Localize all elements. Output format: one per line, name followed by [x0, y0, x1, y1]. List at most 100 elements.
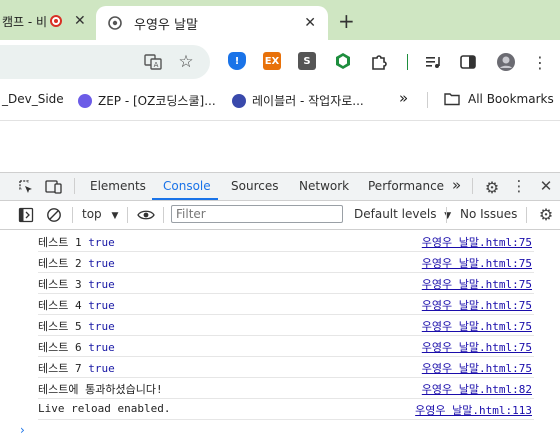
- log-text: 테스트 7: [38, 362, 82, 375]
- zep-icon: [78, 93, 92, 108]
- source-link[interactable]: 우영우 날말.html:75: [422, 297, 532, 313]
- log-text: 테스트 5: [38, 320, 82, 333]
- s-icon[interactable]: S: [298, 52, 316, 70]
- bookmarks-bar: _Dev_Side ZEP - [OZ코딩스쿨]... 레이블러 - 작업자로.…: [0, 84, 560, 116]
- hex-extension-icon[interactable]: [334, 52, 352, 70]
- console-message: 테스트 1 true 우영우 날말.html:75: [38, 230, 534, 252]
- log-value: true: [88, 320, 115, 333]
- filterbar-divider: [446, 207, 447, 223]
- tab-title: 우영우 날말: [134, 17, 198, 33]
- console-filter-bar: top ▼ Filter Default levels ▼ No Issues …: [0, 201, 560, 230]
- more-tabs-button[interactable]: »: [452, 176, 461, 194]
- source-link[interactable]: 우영우 날말.html:113: [415, 402, 532, 418]
- bookmark-item[interactable]: ZEP - [OZ코딩스쿨]...: [78, 92, 216, 109]
- log-value: true: [88, 299, 115, 312]
- log-text: 테스트 2: [38, 257, 82, 270]
- active-tab-indicator: [152, 198, 218, 200]
- log-text: 테스트 1: [38, 236, 82, 249]
- console-message: Live reload enabled. 우영우 날말.html:113: [38, 398, 534, 420]
- issues-button[interactable]: No Issues: [460, 207, 517, 221]
- log-text: 테스트 3: [38, 278, 82, 291]
- ex-icon[interactable]: EX: [263, 52, 281, 70]
- tab-elements[interactable]: Elements: [90, 179, 146, 193]
- side-panel-icon[interactable]: [458, 52, 478, 72]
- browser-toolbar: A ☆ ! EX S ⋮: [0, 40, 560, 84]
- source-link[interactable]: 우영우 날말.html:82: [422, 381, 532, 397]
- dropdown-arrow-icon: ▼: [111, 211, 119, 221]
- new-tab-button[interactable]: +: [338, 9, 355, 33]
- tabbar-divider: [472, 178, 473, 194]
- kebab-menu-icon[interactable]: ⋮: [530, 52, 550, 72]
- tab-performance[interactable]: Performance: [368, 179, 444, 193]
- recording-icon: [50, 15, 62, 27]
- console-settings-icon[interactable]: ⚙: [536, 204, 556, 224]
- bookmark-label: _Dev_Side: [2, 92, 64, 106]
- all-bookmarks-button[interactable]: All Bookmarks: [444, 92, 554, 106]
- log-value: true: [88, 341, 115, 354]
- tab-title: 캠프 - 비: [2, 14, 46, 29]
- kebab-menu-icon[interactable]: ⋮: [509, 176, 529, 196]
- inspect-element-icon[interactable]: [16, 177, 36, 197]
- tabbar-divider: [74, 178, 75, 194]
- close-icon[interactable]: ✕: [74, 13, 86, 29]
- console-message: 테스트 4 true 우영우 날말.html:75: [38, 293, 534, 315]
- source-link[interactable]: 우영우 날말.html:75: [422, 255, 532, 271]
- puzzle-icon[interactable]: [369, 52, 389, 72]
- source-link[interactable]: 우영우 날말.html:75: [422, 234, 532, 250]
- device-toolbar-icon[interactable]: [44, 177, 64, 197]
- console-message: 테스트 6 true 우영우 날말.html:75: [38, 335, 534, 357]
- settings-icon[interactable]: ⚙: [482, 177, 502, 197]
- log-text: 테스트에 통과하셨습니다!: [38, 383, 163, 396]
- folder-icon: [444, 93, 460, 106]
- star-icon[interactable]: ☆: [176, 52, 196, 72]
- devtools-tab-bar: Elements Console Sources Network Perform…: [0, 173, 560, 201]
- console-message: 테스트 3 true 우영우 날말.html:75: [38, 272, 534, 294]
- filterbar-divider: [163, 207, 164, 223]
- filterbar-divider: [72, 207, 73, 223]
- console-message: 테스트 5 true 우영우 날말.html:75: [38, 314, 534, 336]
- devtools-panel: Elements Console Sources Network Perform…: [0, 172, 560, 437]
- tab-active[interactable]: 우영우 날말 ✕: [96, 6, 328, 40]
- clear-console-icon[interactable]: [44, 205, 64, 225]
- globe-icon: [108, 16, 122, 30]
- shield-icon[interactable]: !: [228, 52, 246, 70]
- bookmarks-overflow-button[interactable]: »: [399, 89, 408, 107]
- filterbar-divider: [526, 207, 527, 223]
- tab-previous[interactable]: 캠프 - 비 ✕: [0, 6, 92, 36]
- log-levels-dropdown[interactable]: Default levels ▼: [354, 207, 451, 221]
- translate-icon[interactable]: A: [143, 52, 163, 72]
- log-value: true: [88, 257, 115, 270]
- toolbar-divider: [407, 54, 408, 70]
- close-icon[interactable]: ✕: [304, 15, 316, 31]
- log-text: Live reload enabled.: [38, 402, 171, 415]
- context-selector[interactable]: top ▼: [82, 207, 118, 221]
- source-link[interactable]: 우영우 날말.html:75: [422, 339, 532, 355]
- bookmark-label: ZEP - [OZ코딩스쿨]...: [98, 94, 216, 108]
- filter-input[interactable]: Filter: [171, 205, 343, 223]
- address-bar[interactable]: A ☆: [0, 45, 210, 79]
- bookmark-item[interactable]: _Dev_Side: [2, 92, 64, 106]
- context-label: top: [82, 207, 102, 221]
- sidebar-toggle-icon[interactable]: [16, 205, 36, 225]
- source-link[interactable]: 우영우 날말.html:75: [422, 360, 532, 376]
- tab-sources[interactable]: Sources: [231, 179, 278, 193]
- svg-text:A: A: [154, 61, 159, 69]
- page-divider: [0, 120, 560, 121]
- all-bookmarks-label: All Bookmarks: [468, 92, 554, 106]
- bookmark-item[interactable]: 레이블러 - 작업자로...: [232, 92, 364, 109]
- bookmark-label: 레이블러 - 작업자로...: [252, 94, 364, 108]
- tab-strip: 캠프 - 비 ✕ 우영우 날말 ✕ +: [0, 0, 560, 40]
- log-value: true: [88, 362, 115, 375]
- source-link[interactable]: 우영우 날말.html:75: [422, 318, 532, 334]
- tab-console[interactable]: Console: [163, 179, 211, 193]
- eye-icon[interactable]: [136, 205, 156, 225]
- source-link[interactable]: 우영우 날말.html:75: [422, 276, 532, 292]
- bookmarks-divider: [427, 92, 428, 108]
- close-icon[interactable]: ✕: [536, 176, 556, 196]
- avatar[interactable]: [496, 52, 516, 72]
- console-message: 테스트 2 true 우영우 날말.html:75: [38, 251, 534, 273]
- tab-network[interactable]: Network: [299, 179, 349, 193]
- log-text: 테스트 4: [38, 299, 82, 312]
- media-queue-icon[interactable]: [423, 52, 443, 72]
- log-value: true: [88, 278, 115, 291]
